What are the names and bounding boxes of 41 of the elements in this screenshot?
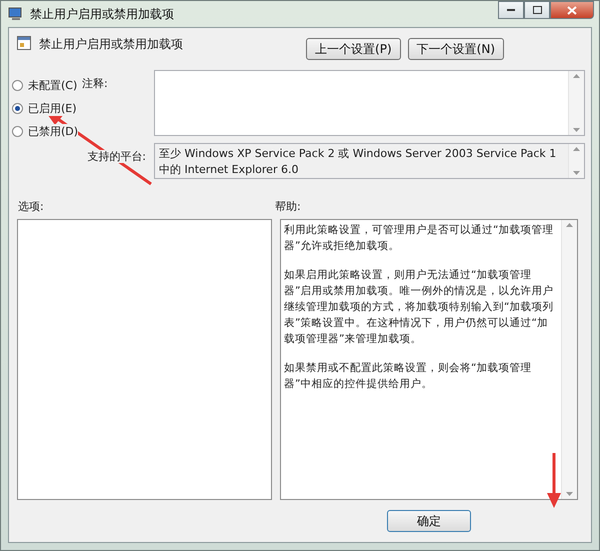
scrollbar[interactable] bbox=[568, 144, 584, 178]
platform-text: 至少 Windows XP Service Pack 2 或 Windows Server 2003 Service Pack 1中的 Internet Explorer 6.0 bbox=[158, 146, 558, 178]
close-icon bbox=[567, 6, 577, 14]
maximize-icon bbox=[532, 6, 542, 14]
radio-button[interactable] bbox=[12, 80, 23, 91]
radio-label: 已禁用(D) bbox=[28, 124, 78, 139]
comment-field[interactable] bbox=[154, 70, 585, 136]
minimize-button[interactable] bbox=[498, 1, 524, 19]
scroll-down-icon[interactable] bbox=[573, 171, 580, 175]
radio-label: 未配置(C) bbox=[28, 78, 78, 93]
computer-icon bbox=[8, 7, 24, 21]
scroll-up-icon[interactable] bbox=[566, 223, 573, 227]
help-paragraph: 如果禁用或不配置此策略设置，则会将“加载项管理器”中相应的控件提供给用户。 bbox=[284, 361, 532, 392]
radio-option[interactable]: 已启用(E) bbox=[12, 101, 82, 116]
annotation-arrow bbox=[547, 453, 561, 508]
options-label: 选项: bbox=[17, 199, 45, 215]
close-button[interactable] bbox=[550, 1, 594, 19]
maximize-button[interactable] bbox=[524, 1, 550, 19]
help-paragraph: 利用此策略设置，可管理用户是否可以通过“加载项管理器”允许或拒绝加载项。 bbox=[284, 223, 554, 254]
scrollbar[interactable] bbox=[568, 71, 584, 135]
scroll-up-icon[interactable] bbox=[573, 147, 580, 151]
help-paragraph: 如果启用此策略设置，则用户无法通过“加载项管理器”启用或禁用加载项。唯一例外的情况是，以允许用户继续管理加载项的方式，将加载项特别输入到“加载项列表”策略设置中。在这种情况下，用户仍然可以通过“加载项管理器”来管理加载项。 bbox=[284, 268, 554, 347]
scrollbar[interactable] bbox=[561, 220, 577, 499]
radio-option[interactable]: 未配置(C) bbox=[12, 78, 82, 93]
nav-button[interactable]: 下一个设置(N) bbox=[408, 38, 504, 60]
policy-title: 禁止用户启用或禁用加载项 bbox=[39, 36, 184, 53]
nav-button[interactable]: 上一个设置(P) bbox=[306, 38, 401, 60]
radio-option[interactable]: 已禁用(D) bbox=[12, 124, 82, 139]
ok-button[interactable]: 确定 bbox=[387, 510, 471, 532]
policy-icon bbox=[17, 36, 31, 50]
radio-button[interactable] bbox=[12, 126, 23, 137]
platform-label: 支持的平台: bbox=[87, 150, 146, 163]
radio-label: 已启用(E) bbox=[28, 101, 77, 116]
scroll-down-icon[interactable] bbox=[566, 492, 573, 496]
minimize-icon bbox=[507, 8, 515, 12]
help-label: 帮助: bbox=[275, 199, 302, 215]
comment-label: 注释: bbox=[82, 76, 109, 92]
scroll-down-icon[interactable] bbox=[573, 128, 580, 132]
window-title: 禁止用户启用或禁用加载项 bbox=[30, 6, 175, 22]
radio-button[interactable] bbox=[12, 103, 23, 114]
scroll-up-icon[interactable] bbox=[573, 74, 580, 78]
